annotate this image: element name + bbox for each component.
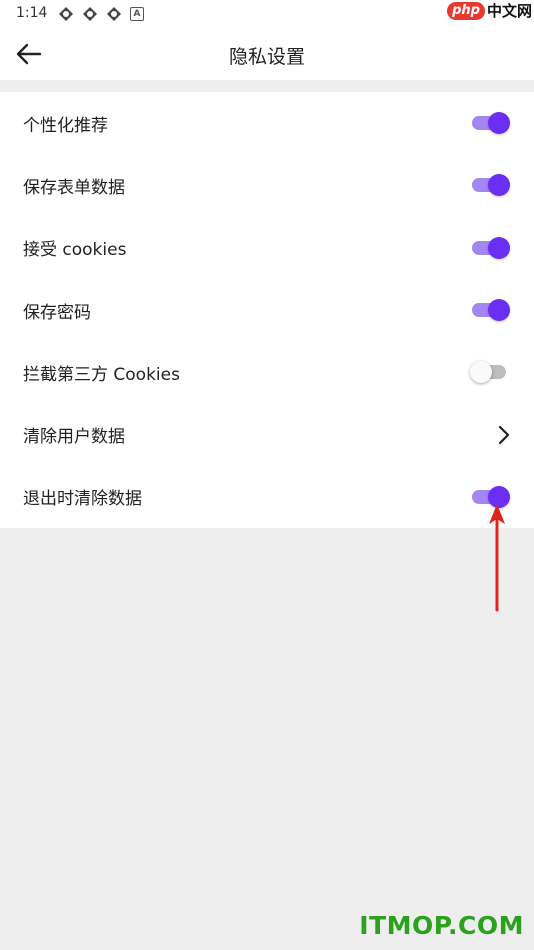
setting-label: 保存密码 [23,302,91,323]
setting-label: 清除用户数据 [23,427,125,448]
php-watermark-text: 中文网 [486,2,532,20]
setting-label: 接受 cookies [23,240,127,261]
setting-accept-cookies[interactable]: 接受 cookies [0,217,534,279]
status-time: 1:14 [16,5,48,21]
chevron-right-icon [498,425,510,444]
php-watermark: php 中文网 [447,0,532,21]
setting-clear-data-on-exit[interactable]: 退出时清除数据 [0,466,534,528]
header-divider [0,80,534,92]
block-third-party-cookies-toggle[interactable] [470,360,508,384]
app-bar: 隐私设置 [0,28,534,80]
a-icon: A [130,7,144,21]
save-passwords-toggle[interactable] [472,298,510,322]
vpn-icon [107,7,121,21]
accept-cookies-toggle[interactable] [472,236,510,260]
personalized-recommendation-toggle[interactable] [472,111,510,135]
setting-save-passwords[interactable]: 保存密码 [0,279,534,341]
setting-label: 退出时清除数据 [23,489,142,510]
setting-block-third-party-cookies[interactable]: 拦截第三方 Cookies [0,341,534,403]
vpn-icon [59,7,73,21]
annotation-arrow-icon [489,504,505,612]
setting-label: 拦截第三方 Cookies [23,364,180,385]
settings-list: 个性化推荐 保存表单数据 接受 cookies 保存密码 拦截第三方 Cooki… [0,92,534,529]
vpn-icon [83,7,97,21]
setting-label: 个性化推荐 [23,115,108,136]
save-form-data-toggle[interactable] [472,173,510,197]
status-icons: A [58,6,144,22]
setting-save-form-data[interactable]: 保存表单数据 [0,154,534,216]
setting-label: 保存表单数据 [23,177,125,198]
setting-clear-user-data[interactable]: 清除用户数据 [0,403,534,465]
itmop-watermark: ITMOP.COM [359,911,524,940]
setting-personalized-recommendation[interactable]: 个性化推荐 [0,92,534,154]
php-badge: php [447,1,485,20]
status-bar: 1:14 A php 中文网 [0,0,534,28]
page-title: 隐私设置 [228,46,305,68]
